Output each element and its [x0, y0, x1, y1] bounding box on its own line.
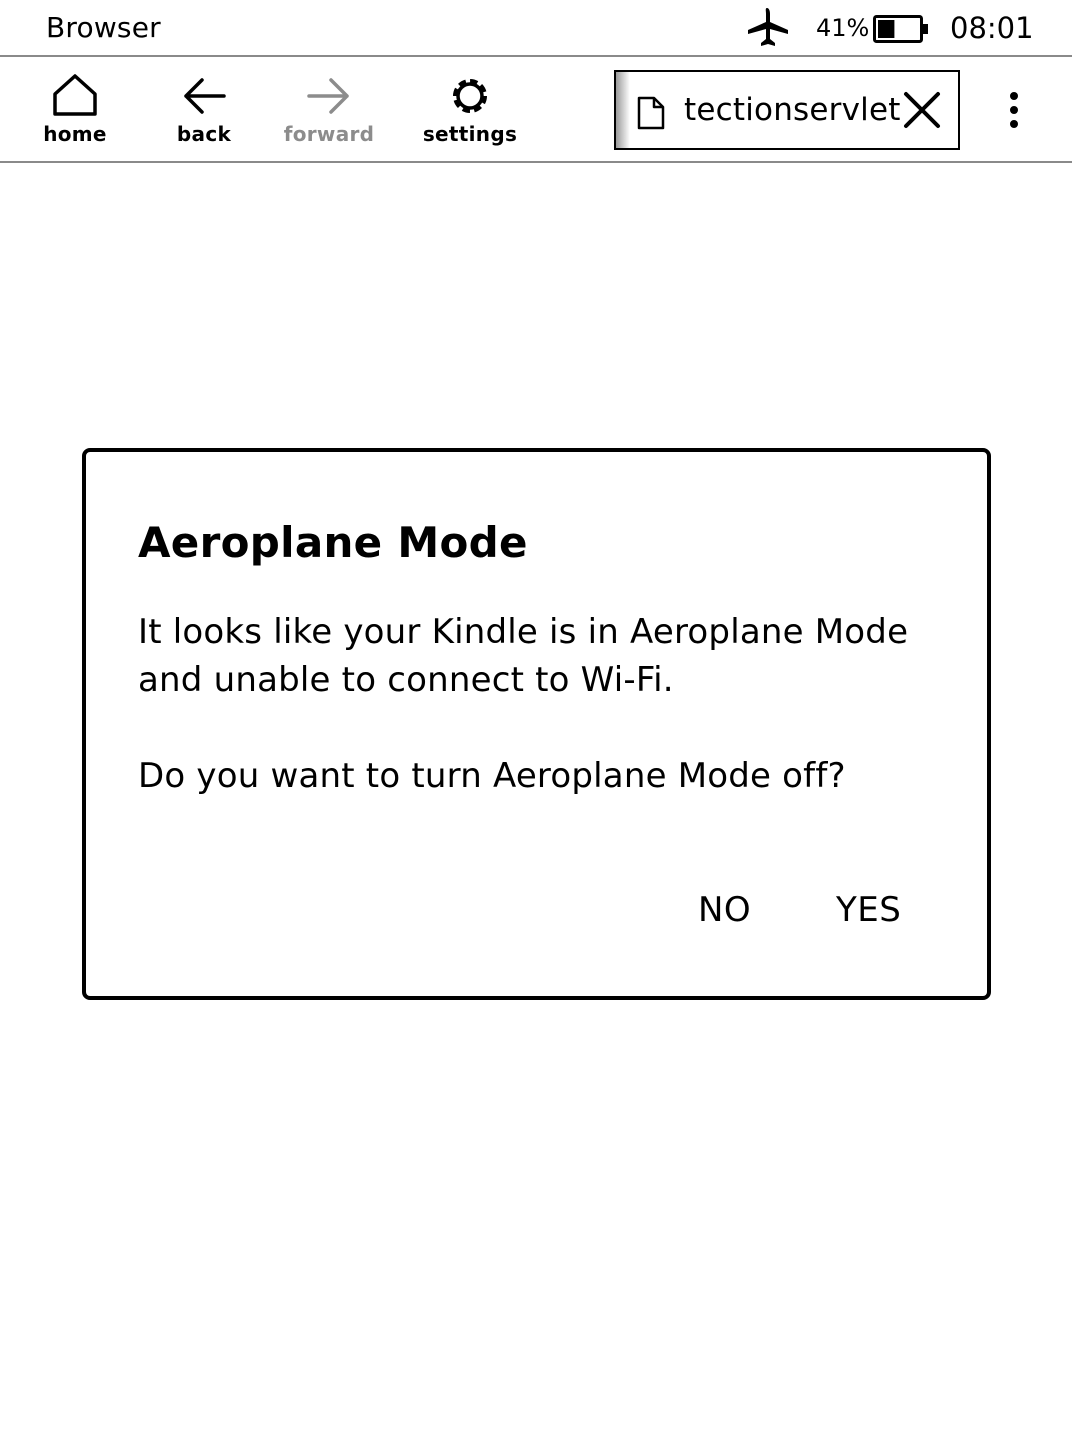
gear-icon: [453, 79, 487, 113]
battery-percent: 41%: [816, 14, 870, 42]
home-icon: [53, 74, 97, 116]
browser-toolbar: home back forward settings tectionservle…: [0, 58, 1072, 163]
back-button[interactable]: back: [170, 72, 238, 152]
browser-tab[interactable]: tectionservlet: [614, 70, 960, 150]
dialog-title: Aeroplane Mode: [138, 518, 528, 567]
dialog-question: Do you want to turn Aeroplane Mode off?: [138, 756, 846, 796]
tab-fade: [616, 72, 630, 148]
browser-page: Browser 41% 08:01 home back forward sett…: [0, 0, 1072, 1448]
aeroplane-mode-dialog: Aeroplane Mode It looks like your Kindle…: [82, 448, 991, 1000]
battery-icon: [873, 15, 928, 43]
close-icon[interactable]: [902, 90, 942, 130]
status-bar: Browser 41% 08:01: [0, 0, 1072, 57]
back-label: back: [176, 122, 232, 146]
page-icon: [637, 96, 665, 130]
home-button[interactable]: home: [40, 72, 110, 152]
clock: 08:01: [950, 11, 1034, 45]
forward-arrow-icon: [307, 78, 349, 114]
settings-button[interactable]: settings: [422, 72, 518, 152]
yes-button[interactable]: YES: [836, 890, 901, 930]
dialog-message: It looks like your Kindle is in Aeroplan…: [138, 612, 909, 700]
more-vertical-icon[interactable]: [998, 90, 1030, 130]
airplane-icon: [748, 8, 788, 46]
home-label: home: [43, 122, 107, 146]
back-arrow-icon: [184, 78, 226, 114]
settings-label: settings: [422, 122, 518, 146]
forward-button[interactable]: forward: [283, 72, 375, 152]
no-button[interactable]: NO: [698, 890, 751, 930]
tab-title: tectionservlet: [684, 92, 901, 128]
app-title: Browser: [46, 11, 161, 44]
forward-label: forward: [283, 122, 375, 146]
